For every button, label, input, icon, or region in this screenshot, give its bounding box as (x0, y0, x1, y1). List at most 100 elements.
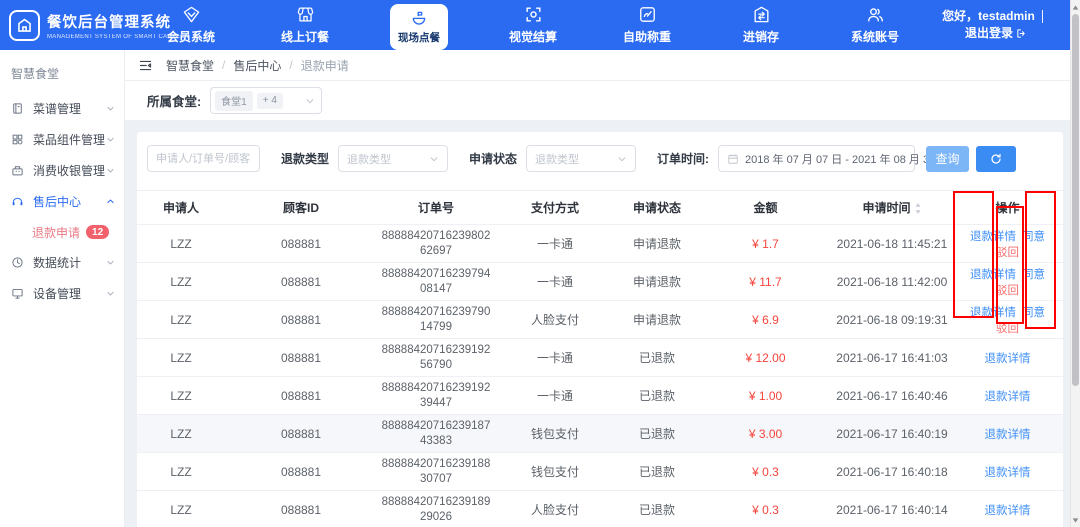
reject-link[interactable]: 驳回 (996, 247, 1019, 259)
cell-payment: 一卡通 (495, 263, 615, 301)
main-content: 智慧食堂 / 售后中心 / 退款申请 所属食堂: 食堂1 + 4 退款类型 退款… (125, 50, 1070, 527)
approve-link[interactable]: 同意 (1022, 231, 1045, 243)
breadcrumb-separator: / (222, 58, 225, 72)
cell-apply-time: 2021-06-17 16:40:18 (832, 453, 952, 491)
approve-link[interactable]: 同意 (1022, 307, 1045, 319)
cell-status: 已退款 (615, 491, 699, 527)
cell-payment: 钱包支付 (495, 453, 615, 491)
search-input[interactable] (147, 145, 260, 172)
header-applicant: 申请人 (137, 191, 225, 225)
cell-amount: ¥ 1.7 (699, 225, 832, 263)
refund-detail-link[interactable]: 退款详情 (985, 505, 1031, 517)
cell-order-no: 8888842071623918929026 (377, 491, 495, 527)
table-row-highlighted: LZZ 088881 8888842071623918743383 钱包支付 已… (137, 415, 1063, 453)
refund-detail-link[interactable]: 退款详情 (985, 391, 1031, 403)
search-filter-row: 退款类型 退款类型 申请状态 退款类型 订单时间: 2018 年 07 月 07… (137, 132, 1063, 184)
refund-detail-link[interactable]: 退款详情 (985, 429, 1031, 441)
scrollbar-thumb[interactable] (1072, 14, 1079, 386)
inventory-icon (752, 5, 771, 24)
refund-detail-link[interactable]: 退款详情 (970, 307, 1016, 319)
chevron-down-icon (106, 166, 115, 175)
canteen-multiselect[interactable]: 食堂1 + 4 (210, 87, 322, 114)
nav-item-onsite-order-active[interactable]: 现场点餐 (362, 0, 476, 50)
bowl-order-icon (410, 9, 428, 27)
sidebar-item-aftersales-center[interactable]: 售后中心 (0, 186, 124, 217)
apply-status-select[interactable]: 退款类型 (526, 145, 636, 172)
sidebar-item-label: 售后中心 (33, 193, 81, 210)
cell-customer-id: 088881 (225, 453, 377, 491)
vertical-scrollbar[interactable] (1070, 0, 1080, 527)
cell-actions: 退款详情 (952, 453, 1063, 491)
sidebar-subitem-refund-application[interactable]: 退款申请 12 (0, 217, 124, 247)
header-apply-time[interactable]: 申请时间 (832, 191, 952, 225)
logout-button[interactable]: 退出登录 (965, 25, 1027, 42)
scrollbar-up-arrow[interactable] (1071, 1, 1080, 13)
date-range-picker[interactable]: 2018 年 07 月 07 日 - 2021 年 08 月 31 日 (718, 145, 915, 172)
query-button[interactable]: 查询 (926, 146, 969, 172)
apply-status-placeholder: 退款类型 (535, 151, 579, 167)
statistics-clock-icon (11, 256, 24, 269)
sidebar-item-device-management[interactable]: 设备管理 (0, 278, 124, 309)
refund-detail-link[interactable]: 退款详情 (985, 353, 1031, 365)
cell-payment: 一卡通 (495, 377, 615, 415)
chevron-up-icon (106, 197, 115, 206)
table-row: LZZ 088881 8888842071623980262697 一卡通 申请… (137, 225, 1063, 263)
cell-applicant: LZZ (137, 415, 225, 453)
header-payment: 支付方式 (495, 191, 615, 225)
refund-detail-link[interactable]: 退款详情 (985, 467, 1031, 479)
logout-label: 退出登录 (965, 25, 1013, 42)
reject-link[interactable]: 驳回 (996, 323, 1019, 335)
cell-apply-time: 2021-06-18 11:42:00 (832, 263, 952, 301)
menu-book-icon (11, 102, 24, 115)
cell-payment: 人脸支付 (495, 301, 615, 339)
refund-detail-link[interactable]: 退款详情 (970, 269, 1016, 281)
nav-item-online-order[interactable]: 线上订餐 (248, 0, 362, 50)
nav-item-system-account[interactable]: 系统账号 (818, 0, 932, 50)
menu-fold-icon[interactable] (138, 58, 153, 73)
cell-status: 已退款 (615, 415, 699, 453)
nav-item-self-weighing[interactable]: 自助称重 (590, 0, 704, 50)
nav-item-label: 线上订餐 (281, 28, 329, 45)
sidebar-item-cashier-management[interactable]: 消费收银管理 (0, 155, 124, 186)
order-time-label: 订单时间: (657, 150, 709, 167)
nav-item-label: 进销存 (743, 28, 779, 45)
cell-payment: 一卡通 (495, 339, 615, 377)
app-subtitle: MANAGEMENT SYSTEM OF SMART CANTEEN (47, 34, 189, 40)
refund-type-select[interactable]: 退款类型 (338, 145, 448, 172)
nav-item-member-system[interactable]: 会员系统 (134, 0, 248, 50)
reject-link[interactable]: 驳回 (996, 285, 1019, 297)
breadcrumb-item[interactable]: 智慧食堂 (166, 57, 214, 74)
cell-status: 申请退款 (615, 263, 699, 301)
nav-item-visual-checkout[interactable]: 视觉结算 (476, 0, 590, 50)
headset-icon (11, 195, 24, 208)
refund-type-label: 退款类型 (281, 150, 329, 167)
cell-applicant: LZZ (137, 339, 225, 377)
cell-amount: ¥ 6.9 (699, 301, 832, 339)
sidebar-item-data-statistics[interactable]: 数据统计 (0, 247, 124, 278)
logout-icon (1016, 28, 1027, 39)
cell-order-no: 8888842071623918743383 (377, 415, 495, 453)
refresh-icon (990, 153, 1002, 165)
cell-status: 申请退款 (615, 225, 699, 263)
sort-icon[interactable] (914, 202, 922, 215)
nav-item-label: 现场点餐 (398, 30, 440, 45)
sidebar: 智慧食堂 菜谱管理 菜品组件管理 消费收银管理 售后中心 退款申请 12 数据统 (0, 50, 125, 527)
cell-customer-id: 088881 (225, 377, 377, 415)
cell-order-no: 8888842071623979014799 (377, 301, 495, 339)
cell-apply-time: 2021-06-18 09:19:31 (832, 301, 952, 339)
nav-item-inventory[interactable]: 进销存 (704, 0, 818, 50)
chevron-down-icon (106, 258, 115, 267)
refresh-button[interactable] (976, 146, 1016, 172)
breadcrumb-item[interactable]: 售后中心 (233, 57, 281, 74)
approve-link[interactable]: 同意 (1022, 269, 1045, 281)
cell-actions: 退款详情同意驳回 (952, 263, 1063, 301)
sidebar-item-dish-components[interactable]: 菜品组件管理 (0, 124, 124, 155)
scrollbar-down-arrow[interactable] (1071, 514, 1080, 526)
sidebar-item-recipe-management[interactable]: 菜谱管理 (0, 93, 124, 124)
cell-applicant: LZZ (137, 263, 225, 301)
sidebar-section-title: 智慧食堂 (0, 50, 124, 93)
cell-amount: ¥ 3.00 (699, 415, 832, 453)
cell-apply-time: 2021-06-18 11:45:21 (832, 225, 952, 263)
cell-order-no: 8888842071623919256790 (377, 339, 495, 377)
refund-detail-link[interactable]: 退款详情 (970, 231, 1016, 243)
